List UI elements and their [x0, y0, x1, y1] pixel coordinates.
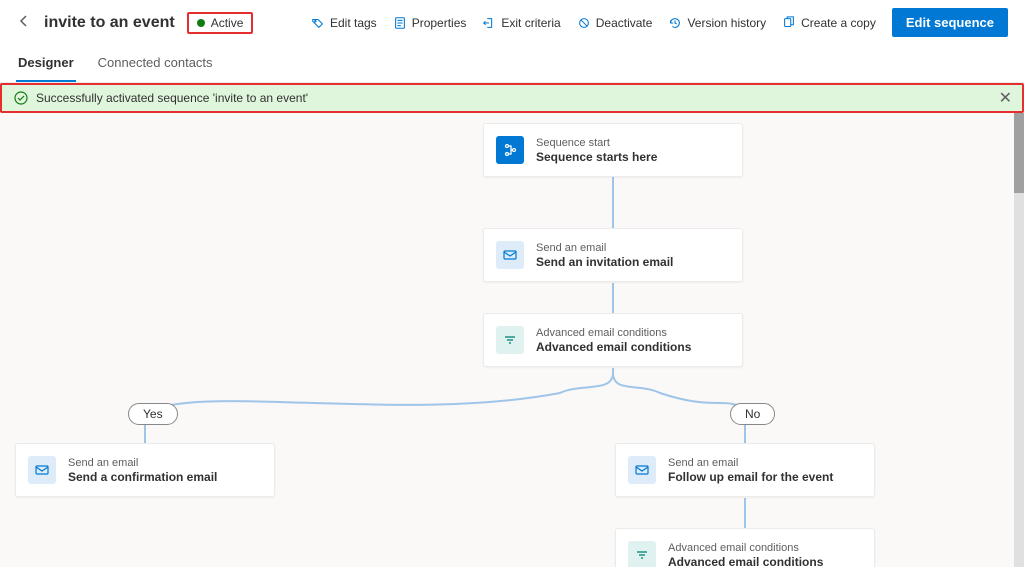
success-alert: Successfully activated sequence 'invite … — [0, 83, 1024, 113]
email-icon — [28, 456, 56, 484]
condition-icon — [496, 326, 524, 354]
node-sequence-start[interactable]: Sequence start Sequence starts here — [483, 123, 743, 177]
node-label: Advanced email conditions — [668, 542, 823, 554]
node-conditions-2[interactable]: Advanced email conditions Advanced email… — [615, 528, 875, 567]
branch-yes: Yes — [128, 403, 178, 425]
node-label: Send an email — [536, 242, 673, 254]
email-icon — [628, 456, 656, 484]
edit-sequence-button[interactable]: Edit sequence — [892, 8, 1008, 37]
status-dot-icon — [197, 19, 205, 27]
header-actions: Edit tags Properties Exit criteria Deact… — [311, 8, 1008, 37]
edit-tags-label: Edit tags — [330, 16, 377, 30]
sequence-canvas: Sequence start Sequence starts here Send… — [0, 113, 1024, 567]
properties-label: Properties — [412, 16, 467, 30]
node-title: Follow up email for the event — [668, 470, 833, 484]
node-title: Advanced email conditions — [668, 555, 823, 567]
exit-criteria-button[interactable]: Exit criteria — [482, 16, 560, 30]
tab-designer[interactable]: Designer — [16, 45, 76, 82]
tabs: Designer Connected contacts — [0, 45, 1024, 83]
branch-no: No — [730, 403, 775, 425]
scrollbar-thumb[interactable] — [1014, 113, 1024, 193]
page-header: invite to an event Active Edit tags Prop… — [0, 0, 1024, 45]
node-label: Advanced email conditions — [536, 327, 691, 339]
start-icon — [496, 136, 524, 164]
node-label: Send an email — [68, 457, 217, 469]
node-title: Sequence starts here — [536, 150, 657, 164]
edit-tags-button[interactable]: Edit tags — [311, 16, 377, 30]
scrollbar[interactable] — [1014, 113, 1024, 567]
back-arrow-icon[interactable] — [16, 13, 32, 32]
node-title: Send a confirmation email — [68, 470, 217, 484]
deactivate-button[interactable]: Deactivate — [577, 16, 653, 30]
node-title: Send an invitation email — [536, 255, 673, 269]
node-conditions-1[interactable]: Advanced email conditions Advanced email… — [483, 313, 743, 367]
node-title: Advanced email conditions — [536, 340, 691, 354]
email-icon — [496, 241, 524, 269]
node-send-invitation[interactable]: Send an email Send an invitation email — [483, 228, 743, 282]
node-label: Sequence start — [536, 137, 657, 149]
node-followup-email[interactable]: Send an email Follow up email for the ev… — [615, 443, 875, 497]
version-history-label: Version history — [687, 16, 766, 30]
node-label: Send an email — [668, 457, 833, 469]
close-icon[interactable]: ✕ — [999, 88, 1012, 108]
check-circle-icon — [14, 91, 28, 105]
deactivate-label: Deactivate — [596, 16, 653, 30]
status-text: Active — [211, 16, 244, 30]
tab-connected-contacts[interactable]: Connected contacts — [96, 45, 215, 82]
exit-criteria-label: Exit criteria — [501, 16, 560, 30]
alert-message: Successfully activated sequence 'invite … — [36, 91, 308, 105]
sequence-title: invite to an event — [44, 14, 175, 32]
version-history-button[interactable]: Version history — [668, 16, 766, 30]
create-copy-label: Create a copy — [801, 16, 876, 30]
node-confirmation-email[interactable]: Send an email Send a confirmation email — [15, 443, 275, 497]
properties-button[interactable]: Properties — [393, 16, 467, 30]
create-copy-button[interactable]: Create a copy — [782, 16, 876, 30]
condition-icon — [628, 541, 656, 567]
status-badge: Active — [187, 12, 254, 34]
